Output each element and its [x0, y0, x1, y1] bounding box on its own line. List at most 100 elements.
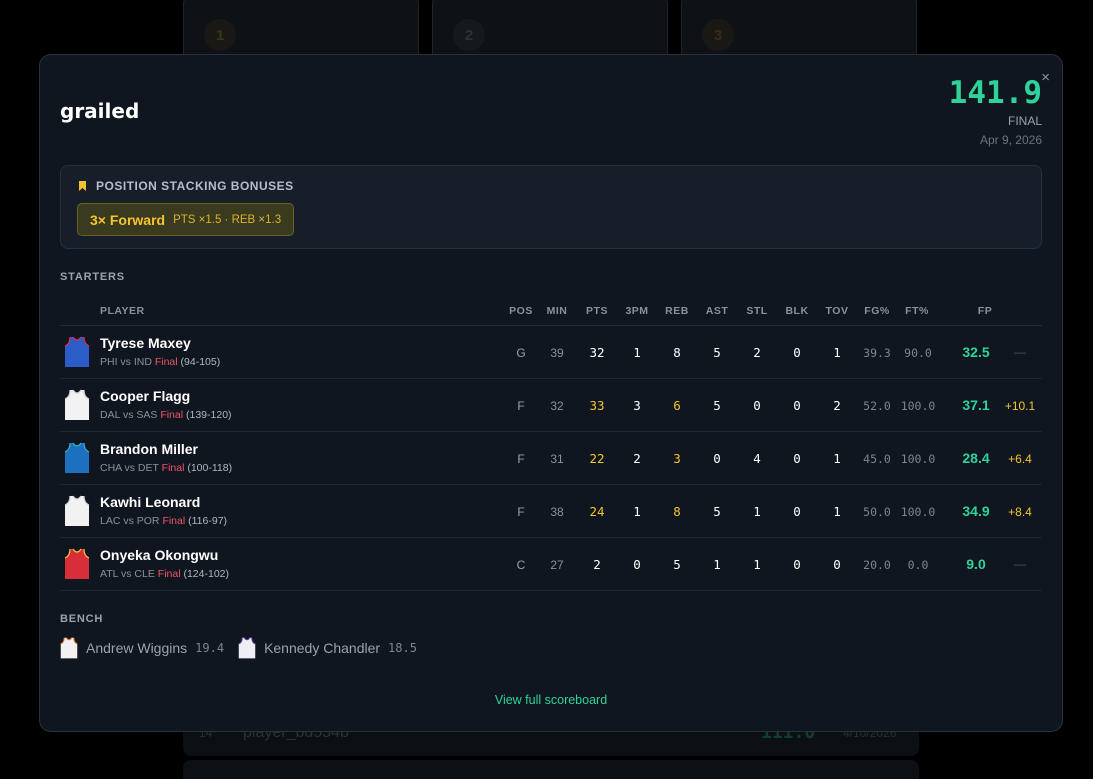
player-row[interactable]: Onyeka Okongwu ATL vs CLE Final (124-102… [60, 538, 1042, 591]
cell-3pm: 3 [633, 398, 641, 413]
cell-ast: 5 [713, 504, 721, 519]
player-name[interactable]: Brandon Miller [100, 441, 198, 457]
player-row[interactable]: Kawhi Leonard LAC vs POR Final (116-97) … [60, 485, 1042, 538]
cell-3pm: 1 [633, 345, 641, 360]
starters-label: STARTERS [60, 271, 125, 283]
player-game-info: LAC vs POR Final (116-97) [100, 515, 227, 527]
cell-fp: 37.1 [962, 397, 990, 413]
cell-fp: 9.0 [966, 556, 986, 572]
col-blk: BLK [785, 305, 809, 317]
score-date: Apr 9, 2026 [979, 133, 1042, 147]
bonus-header-label: POSITION STACKING BONUSES [96, 179, 294, 193]
cell-blk: 0 [793, 504, 801, 519]
col-3pm: 3PM [625, 305, 649, 317]
col-player: PLAYER [100, 305, 145, 317]
col-stl: STL [746, 305, 768, 317]
cell-3pm: 0 [633, 557, 641, 572]
player-name[interactable]: Kawhi Leonard [100, 494, 200, 510]
cell-ast: 5 [713, 345, 721, 360]
bench-player-name: Andrew Wiggins [86, 640, 188, 656]
cell-bonus: +6.4 [1008, 452, 1032, 466]
cell-reb: 3 [673, 451, 681, 466]
cell-3pm: 1 [633, 504, 641, 519]
cell-fgp: 39.3 [863, 346, 891, 360]
bench-player-name: Kennedy Chandler [264, 640, 381, 656]
cell-pos: F [517, 452, 525, 466]
cell-ftp: 100.0 [900, 452, 936, 466]
cell-pts: 22 [589, 451, 605, 466]
cell-stl: 1 [753, 557, 761, 572]
cell-ftp: 100.0 [900, 399, 936, 413]
cell-ftp: 90.0 [904, 346, 932, 360]
player-name[interactable]: Cooper Flagg [100, 388, 190, 404]
cell-fgp: 52.0 [863, 399, 891, 413]
bookmark-icon [79, 181, 86, 191]
game-status: Final [162, 515, 186, 527]
game-status: Final [160, 409, 184, 421]
jersey-icon [60, 637, 78, 659]
cell-tov: 1 [833, 504, 841, 519]
close-icon[interactable]: × [1041, 69, 1050, 86]
player-name[interactable]: Tyrese Maxey [100, 335, 191, 351]
col-pts: PTS [586, 305, 608, 317]
col-pos: POS [509, 305, 533, 317]
player-rows: Tyrese Maxey PHI vs IND Final (94-105) G… [60, 326, 1042, 591]
matchup: PHI vs IND [100, 356, 152, 368]
cell-blk: 0 [793, 398, 801, 413]
cell-reb: 8 [673, 504, 681, 519]
game-score: (116-97) [188, 515, 228, 527]
matchup: ATL vs CLE [100, 568, 155, 580]
player-name[interactable]: Onyeka Okongwu [100, 547, 218, 563]
starters-table: PLAYER POS MIN PTS 3PM REB AST STL BLK T… [60, 297, 1042, 591]
player-row[interactable]: Tyrese Maxey PHI vs IND Final (94-105) G… [60, 326, 1042, 379]
bench-player[interactable]: Andrew Wiggins 19.4 [60, 637, 224, 659]
jersey-icon [64, 336, 90, 367]
col-reb: REB [665, 305, 689, 317]
cell-fp: 32.5 [962, 344, 990, 360]
game-score: (139-120) [186, 409, 232, 421]
game-score: (124-102) [183, 568, 229, 580]
bench-player-fp: 18.5 [388, 641, 417, 655]
col-ast: AST [705, 305, 729, 317]
jersey-icon [238, 637, 256, 659]
cell-ast: 0 [713, 451, 721, 466]
cell-stl: 4 [753, 451, 761, 466]
matchup: LAC vs POR [100, 515, 160, 527]
bench-player[interactable]: Kennedy Chandler 18.5 [238, 637, 417, 659]
player-game-info: CHA vs DET Final (100-118) [100, 462, 232, 474]
cell-bonus: +10.1 [1004, 399, 1036, 413]
view-scoreboard-link[interactable]: View full scoreboard [40, 693, 1062, 707]
cell-tov: 1 [833, 345, 841, 360]
player-row[interactable]: Cooper Flagg DAL vs SAS Final (139-120) … [60, 379, 1042, 432]
cell-pts: 33 [589, 398, 605, 413]
game-score: (100-118) [187, 462, 233, 474]
score-status: FINAL [1007, 114, 1042, 128]
rank-badge: 1 [204, 19, 236, 51]
cell-pos: F [517, 399, 525, 413]
cell-ftp: 0.0 [907, 558, 929, 572]
col-min: MIN [546, 305, 568, 317]
cell-reb: 5 [673, 557, 681, 572]
cell-stl: 0 [753, 398, 761, 413]
bench-label: BENCH [60, 613, 104, 625]
leaderboard-row[interactable] [183, 760, 919, 779]
cell-fp: 28.4 [962, 450, 990, 466]
cell-bonus: — [1014, 345, 1026, 359]
cell-min: 39 [550, 346, 564, 360]
rank-badge: 3 [702, 19, 734, 51]
cell-3pm: 2 [633, 451, 641, 466]
game-status: Final [161, 462, 185, 474]
cell-ast: 1 [713, 557, 721, 572]
jersey-icon [64, 389, 90, 420]
game-status: Final [154, 356, 178, 368]
cell-tov: 0 [833, 557, 841, 572]
bonus-chip-detail: PTS ×1.5 · REB ×1.3 [173, 213, 282, 226]
cell-stl: 2 [753, 345, 761, 360]
jersey-icon [64, 442, 90, 473]
player-row[interactable]: Brandon Miller CHA vs DET Final (100-118… [60, 432, 1042, 485]
table-header: PLAYER POS MIN PTS 3PM REB AST STL BLK T… [60, 297, 1042, 326]
cell-ast: 5 [713, 398, 721, 413]
cell-fgp: 45.0 [863, 452, 891, 466]
cell-fp: 34.9 [962, 503, 990, 519]
rank-badge: 2 [453, 19, 485, 51]
